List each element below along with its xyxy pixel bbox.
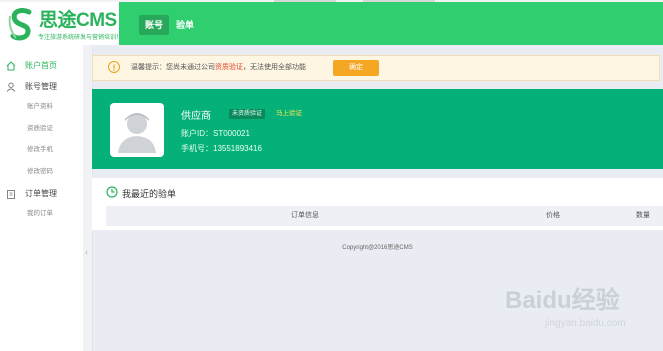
sidebar-group-orders[interactable]: 订单管理 (0, 184, 83, 204)
phone-number: 手机号：13551893416 (181, 144, 262, 153)
notice-highlight[interactable]: 资质验证 (215, 64, 243, 71)
warning-notice: ! 温馨提示：您尚未通过公司资质验证，无法使用全部功能 确定 (92, 55, 660, 81)
avatar (110, 103, 164, 157)
table-header: 订单信息 价格 数量 (106, 206, 663, 226)
home-icon (6, 61, 16, 71)
logo[interactable]: 思途CMS 专注旅游系统研发与营销培训！ (0, 2, 123, 45)
recent-orders-panel: 我最近的验单 订单信息 价格 数量 (92, 178, 663, 230)
supplier-name: 供应商 (181, 111, 211, 122)
clock-icon (106, 186, 118, 198)
clipboard-icon (7, 190, 15, 199)
sidebar-item-qualification[interactable]: 资质验证 (27, 122, 53, 136)
logo-s-icon (8, 7, 32, 41)
user-icon (6, 82, 16, 92)
warning-icon: ! (108, 61, 120, 73)
sidebar-item-change-phone[interactable]: 修改手机 (27, 143, 53, 157)
sidebar-item-my-orders[interactable]: 我的订单 (27, 207, 53, 221)
sidebar-item-label: 账户首页 (25, 61, 57, 70)
sidebar-item-home[interactable]: 账户首页 (0, 56, 83, 76)
user-avatar-icon (118, 113, 156, 153)
sidebar-item-profile[interactable]: 账户资料 (27, 100, 53, 114)
confirm-button[interactable]: 确定 (333, 60, 379, 76)
watermark-sub: jingyan.baidu.com (545, 318, 626, 329)
verify-now-link[interactable]: 马上验证 (276, 109, 302, 119)
sidebar-group-label: 订单管理 (25, 189, 57, 198)
tab-account[interactable]: 账号 (139, 15, 170, 35)
tab-verify-orders[interactable]: 验单 (170, 15, 200, 35)
sidebar-group-label: 账号管理 (25, 82, 57, 91)
panel-title: 我最近的验单 (122, 189, 177, 199)
notice-text: 温馨提示：您尚未通过公司资质验证，无法使用全部功能 (131, 64, 306, 71)
footer-copyright: Copyright@2016思途CMS (342, 245, 413, 251)
logo-tagline: 专注旅游系统研发与营销培训！ (38, 35, 123, 41)
baidu-watermark: Baidu经验 jingyan.baidu.com (505, 280, 655, 340)
sidebar-item-change-password[interactable]: 修改密码 (27, 165, 53, 179)
chevron-left-icon[interactable]: ‹ (85, 247, 88, 257)
profile-banner: 供应商 未资质验证 马上验证 账户ID：ST000021 手机号：1355189… (92, 89, 663, 169)
watermark-main: Baidu经验 (505, 287, 620, 314)
sidebar-group-account[interactable]: 账号管理 (0, 77, 83, 97)
sidebar: 账户首页 账号管理 账户资料 资质验证 修改手机 修改密码 订单管理 我的订单 (0, 45, 83, 351)
column-order-info: 订单信息 (291, 212, 319, 219)
logo-name: 思途CMS (39, 10, 117, 31)
column-quantity: 数量 (636, 212, 650, 219)
status-badge: 未资质验证 (229, 109, 266, 119)
account-id: 账户ID：ST000021 (181, 129, 250, 138)
column-price: 价格 (546, 212, 560, 219)
